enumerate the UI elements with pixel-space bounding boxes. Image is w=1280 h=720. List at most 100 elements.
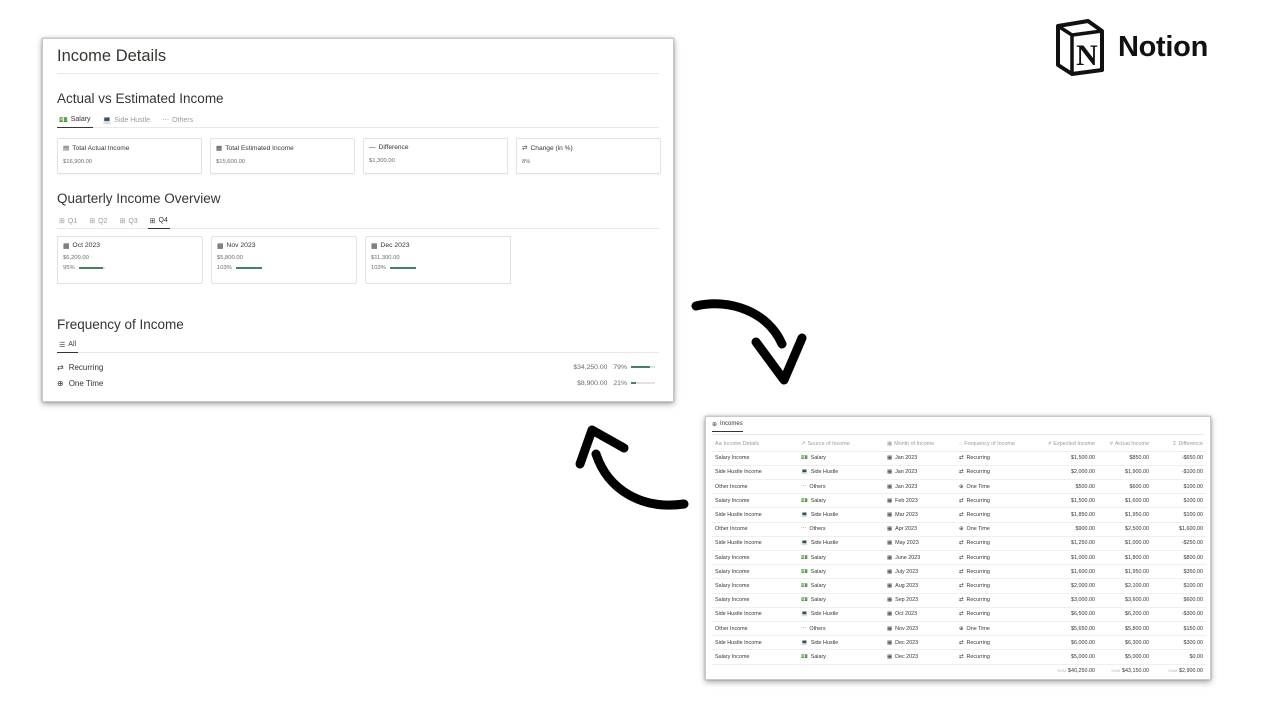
table-cell[interactable]: ⇄ Recurring bbox=[956, 451, 1038, 466]
table-cell[interactable]: ⇄ Recurring bbox=[956, 564, 1038, 580]
table-cell[interactable]: 💵 Salary bbox=[798, 451, 884, 466]
table-cell[interactable]: 💻 Side Hustle bbox=[798, 465, 884, 481]
table-row[interactable]: Salary Income 💵 Salary ▦ July 2023 ⇄ Recurring… bbox=[712, 564, 1206, 580]
table-cell[interactable]: ▦ Mar 2023 bbox=[884, 507, 956, 523]
table-cell[interactable]: Salary Income bbox=[712, 451, 798, 466]
card-oct-2023[interactable]: ▦ Oct 2023 $6,200.00 95% bbox=[57, 236, 203, 284]
table-cell[interactable]: ⇄ Recurring bbox=[956, 507, 1038, 523]
table-cell[interactable]: $500.00 bbox=[1038, 479, 1098, 495]
table-cell[interactable]: ⋯ Others bbox=[798, 479, 884, 495]
tab-q3[interactable]: ⊞ Q3 bbox=[117, 213, 139, 229]
table-cell[interactable]: 💻 Side Hustle bbox=[798, 607, 884, 622]
table-row[interactable]: Salary Income 💵 Salary ▦ June 2023 ⇄ Recurring… bbox=[712, 550, 1206, 566]
table-cell[interactable]: ▦ Jan 2023 bbox=[884, 451, 956, 466]
table-cell[interactable]: $5,800.00 bbox=[1098, 621, 1152, 637]
table-cell[interactable]: Side Hustle Income bbox=[712, 536, 798, 552]
column-header[interactable]: Aa Income Details bbox=[712, 437, 798, 452]
table-cell[interactable]: Side Hustle Income bbox=[712, 635, 798, 651]
table-cell[interactable]: Salary Income bbox=[712, 493, 798, 509]
table-cell[interactable]: $850.00 bbox=[1098, 451, 1152, 466]
table-cell[interactable]: 💵 Salary bbox=[798, 564, 884, 580]
table-row[interactable]: Side Hustle Income 💻 Side Hustle ▦ Mar 2023 ⇄… bbox=[712, 507, 1206, 523]
table-cell[interactable]: Salary Income bbox=[712, 578, 798, 594]
table-cell[interactable]: $6,000.00 bbox=[1038, 635, 1098, 651]
table-cell[interactable]: ▦ Feb 2023 bbox=[884, 493, 956, 509]
table-row[interactable]: Salary Income 💵 Salary ▦ Dec 2023 ⇄ Recurring $… bbox=[712, 649, 1206, 665]
table-cell[interactable]: 💻 Side Hustle bbox=[798, 635, 884, 651]
table-cell[interactable]: 💵 Salary bbox=[798, 649, 884, 665]
table-cell[interactable]: $2,000.00 bbox=[1038, 465, 1098, 481]
table-cell[interactable]: $900.00 bbox=[1038, 522, 1098, 537]
table-cell[interactable]: ⇄ Recurring bbox=[956, 465, 1038, 481]
table-cell[interactable]: $1,950.00 bbox=[1098, 564, 1152, 580]
table-cell[interactable]: $1,000.00 bbox=[1038, 550, 1098, 566]
table-cell[interactable]: -$650.00 bbox=[1152, 451, 1206, 466]
table-cell[interactable]: Salary Income bbox=[712, 550, 798, 566]
tab-q4[interactable]: ⊞ Q4 bbox=[147, 213, 170, 229]
table-cell[interactable]: ⊕ One Time bbox=[956, 479, 1038, 495]
table-cell[interactable]: ⊕ One Time bbox=[956, 522, 1038, 537]
card-total-actual[interactable]: ▤ Total Actual Income $16,900.00 bbox=[57, 138, 202, 174]
table-cell[interactable]: ⇄ Recurring bbox=[956, 493, 1038, 509]
table-cell[interactable]: $1,600.00 bbox=[1098, 493, 1152, 509]
table-row[interactable]: Salary Income 💵 Salary ▦ Sep 2023 ⇄ Recurring $… bbox=[712, 593, 1206, 608]
table-cell[interactable]: $1,900.00 bbox=[1098, 465, 1152, 481]
table-cell[interactable]: ▦ Apr 2023 bbox=[884, 522, 956, 537]
column-header[interactable]: # Actual Income bbox=[1098, 437, 1152, 452]
table-cell[interactable]: $600.00 bbox=[1152, 593, 1206, 608]
card-total-estimated[interactable]: ▦ Total Estimated Income $15,600.00 bbox=[210, 138, 355, 174]
frequency-row-one-time[interactable]: ⊕ One Time $8,900.00 21% bbox=[57, 376, 655, 390]
table-cell[interactable]: -$100.00 bbox=[1152, 465, 1206, 481]
table-cell[interactable]: ⇄ Recurring bbox=[956, 649, 1038, 665]
table-cell[interactable]: Salary Income bbox=[712, 593, 798, 608]
table-cell[interactable]: ▦ Aug 2023 bbox=[884, 578, 956, 594]
table-cell[interactable]: $1,250.00 bbox=[1038, 536, 1098, 552]
table-cell[interactable]: Other Income bbox=[712, 621, 798, 637]
column-header[interactable]: ↗ Source of Income bbox=[798, 437, 884, 452]
table-row[interactable]: Side Hustle Income 💻 Side Hustle ▦ Oct 2023 ⇄… bbox=[712, 607, 1206, 622]
tab-q2[interactable]: ⊞ Q2 bbox=[87, 213, 109, 229]
table-cell[interactable]: $1,950.00 bbox=[1098, 507, 1152, 523]
card-nov-2023[interactable]: ▦ Nov 2023 $5,800.00 103% bbox=[211, 236, 357, 284]
table-cell[interactable]: Other Income bbox=[712, 479, 798, 495]
sum-cell[interactable]: SUM $2,900.00 bbox=[1152, 664, 1206, 678]
table-row[interactable]: Other Income ⋯ Others ▦ Jan 2023 ⊕ One Time $50… bbox=[712, 479, 1206, 495]
table-row[interactable]: Side Hustle Income 💻 Side Hustle ▦ Dec 2023 ⇄… bbox=[712, 635, 1206, 651]
table-cell[interactable]: ▦ Jan 2023 bbox=[884, 465, 956, 481]
table-cell[interactable]: 💵 Salary bbox=[798, 493, 884, 509]
table-cell[interactable]: $1,800.00 bbox=[1098, 550, 1152, 566]
table-cell[interactable]: $1,600.00 bbox=[1038, 564, 1098, 580]
table-cell[interactable]: ▦ Oct 2023 bbox=[884, 607, 956, 622]
table-cell[interactable]: $1,500.00 bbox=[1038, 451, 1098, 466]
table-cell[interactable]: Salary Income bbox=[712, 649, 798, 665]
table-cell[interactable]: ⇄ Recurring bbox=[956, 536, 1038, 552]
table-cell[interactable]: ⇄ Recurring bbox=[956, 550, 1038, 566]
card-difference[interactable]: — Difference $1,300.00 bbox=[363, 138, 508, 174]
table-cell[interactable]: $600.00 bbox=[1098, 479, 1152, 495]
table-cell[interactable]: $2,000.00 bbox=[1038, 578, 1098, 594]
table-cell[interactable]: $100.00 bbox=[1152, 507, 1206, 523]
table-cell[interactable]: -$250.00 bbox=[1152, 536, 1206, 552]
table-cell[interactable]: $1,000.00 bbox=[1098, 536, 1152, 552]
table-cell[interactable]: Salary Income bbox=[712, 564, 798, 580]
frequency-row-recurring[interactable]: ⇄ Recurring $34,250.00 79% bbox=[57, 360, 655, 374]
table-cell[interactable]: $300.00 bbox=[1152, 635, 1206, 651]
table-cell[interactable]: ▦ June 2023 bbox=[884, 550, 956, 566]
table-cell[interactable]: 💵 Salary bbox=[798, 578, 884, 594]
table-cell[interactable]: $6,200.00 bbox=[1098, 607, 1152, 622]
table-cell[interactable]: $5,650.00 bbox=[1038, 621, 1098, 637]
table-cell[interactable]: $3,000.00 bbox=[1038, 593, 1098, 608]
table-cell[interactable]: ▦ July 2023 bbox=[884, 564, 956, 580]
table-cell[interactable]: ▦ May 2023 bbox=[884, 536, 956, 552]
table-cell[interactable]: ▦ Dec 2023 bbox=[884, 649, 956, 665]
table-cell[interactable]: ▦ Sep 2023 bbox=[884, 593, 956, 608]
table-cell[interactable]: 💻 Side Hustle bbox=[798, 536, 884, 552]
table-cell[interactable]: $1,500.00 bbox=[1038, 493, 1098, 509]
tab-q1[interactable]: ⊞ Q1 bbox=[57, 213, 79, 229]
table-row[interactable]: Salary Income 💵 Salary ▦ Feb 2023 ⇄ Recurring $… bbox=[712, 493, 1206, 509]
table-row[interactable]: Side Hustle Income 💻 Side Hustle ▦ May 2023 ⇄… bbox=[712, 536, 1206, 552]
table-cell[interactable]: Side Hustle Income bbox=[712, 465, 798, 481]
column-header[interactable]: ▦ Month of Income bbox=[884, 437, 956, 452]
table-cell[interactable]: ⇄ Recurring bbox=[956, 578, 1038, 594]
table-row[interactable]: Other Income ⋯ Others ▦ Apr 2023 ⊕ One Time $90… bbox=[712, 522, 1206, 537]
